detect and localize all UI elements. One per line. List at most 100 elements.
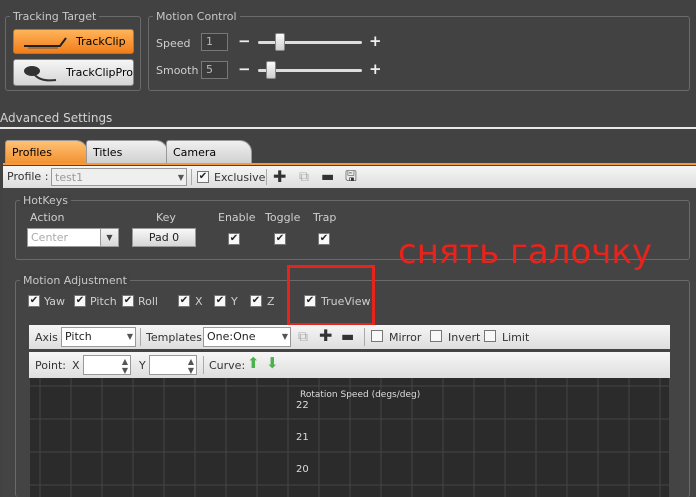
- remove-point-icon[interactable]: ▬: [341, 330, 354, 344]
- trackclip-icon: [24, 36, 67, 48]
- hotkeys-enable-header: Enable: [218, 211, 256, 224]
- chart-tick-label: 20: [296, 464, 309, 475]
- chart-tick-label: 22: [296, 400, 309, 411]
- advanced-settings-divider: [0, 127, 696, 129]
- tab-camera[interactable]: Camera: [166, 140, 252, 164]
- toolbar-separator: [266, 169, 267, 185]
- templates-select[interactable]: One:One ▼: [203, 327, 291, 347]
- y-label: Y: [231, 295, 238, 308]
- smooth-slider-thumb[interactable]: [266, 61, 276, 79]
- copy-profile-icon[interactable]: ⧉: [299, 170, 309, 184]
- curve-label: Curve:: [209, 359, 246, 372]
- toolbar-separator: [203, 356, 204, 374]
- z-checkbox[interactable]: ✔: [250, 295, 262, 307]
- hotkey-toggle-checkbox[interactable]: ✔: [274, 233, 286, 245]
- speed-label: Speed: [156, 37, 191, 50]
- roll-checkbox[interactable]: ✔: [122, 295, 134, 307]
- hotkeys-trap-header: Trap: [313, 211, 337, 224]
- motion-control-group: [148, 16, 690, 91]
- hotkey-action-select[interactable]: Center ▼: [27, 228, 119, 247]
- trackclippro-icon: [24, 65, 57, 81]
- hotkey-key-button[interactable]: Pad 0: [132, 228, 196, 247]
- limit-label: Limit: [502, 331, 530, 344]
- axis-select-value: Pitch: [65, 330, 92, 343]
- tab-titles[interactable]: Titles: [86, 140, 168, 164]
- speed-slider-thumb[interactable]: [275, 33, 285, 51]
- invert-label: Invert: [448, 331, 481, 344]
- save-profile-icon[interactable]: 🖫: [345, 170, 357, 184]
- dropdown-arrow-icon: ▼: [281, 332, 288, 341]
- yaw-checkbox[interactable]: ✔: [28, 295, 40, 307]
- hotkey-enable-checkbox[interactable]: ✔: [228, 233, 240, 245]
- remove-profile-icon[interactable]: ▬: [321, 170, 334, 184]
- hotkey-action-value: Center: [31, 231, 69, 244]
- toolbar-separator: [191, 169, 192, 185]
- y-checkbox[interactable]: ✔: [214, 295, 226, 307]
- speed-minus-button[interactable]: −: [238, 34, 251, 49]
- smooth-minus-button[interactable]: −: [238, 62, 251, 77]
- annotation-text: снять галочку: [398, 232, 653, 272]
- point-x-label: X: [72, 359, 80, 372]
- trackclippro-label: TrackClipPro: [65, 66, 133, 79]
- hotkey-trap-checkbox[interactable]: ✔: [318, 233, 330, 245]
- point-y-spinner[interactable]: ▲ ▼: [149, 355, 197, 375]
- axis-label: Axis: [35, 331, 58, 344]
- smooth-field[interactable]: 5: [201, 61, 228, 79]
- motion-control-title: Motion Control: [153, 10, 240, 23]
- pitch-checkbox[interactable]: ✔: [74, 295, 86, 307]
- tab-profiles[interactable]: Profiles: [5, 140, 88, 164]
- point-label: Point:: [35, 359, 67, 372]
- hotkeys-key-header: Key: [156, 211, 176, 224]
- dropdown-arrow-icon: ▼: [100, 229, 118, 246]
- x-checkbox[interactable]: ✔: [178, 295, 190, 307]
- smooth-plus-button[interactable]: +: [369, 62, 382, 77]
- invert-checkbox[interactable]: [430, 330, 442, 342]
- curve-up-arrow-icon[interactable]: ⬆: [247, 356, 260, 371]
- spinner-arrows-icon: ▲ ▼: [187, 357, 194, 375]
- pitch-label: Pitch: [90, 295, 117, 308]
- exclusive-label: Exclusive: [214, 171, 266, 184]
- curve-down-arrow-icon[interactable]: ⬇: [266, 356, 279, 371]
- point-x-spinner[interactable]: ▲ ▼: [83, 355, 131, 375]
- toolbar-separator: [364, 328, 365, 346]
- templates-select-value: One:One: [207, 330, 256, 343]
- yaw-label: Yaw: [44, 295, 65, 308]
- curve-chart[interactable]: Rotation Speed (degs/deg) 22 21 20: [30, 378, 669, 497]
- dropdown-arrow-icon: ▼: [126, 332, 133, 341]
- annotation-highlight-box: [287, 265, 375, 326]
- advanced-settings-title: Advanced Settings: [0, 111, 113, 125]
- point-y-label: Y: [139, 359, 146, 372]
- chart-tick-label: 21: [296, 432, 309, 443]
- trackclip-button[interactable]: TrackClip: [13, 29, 134, 54]
- hotkeys-title: HotKeys: [20, 194, 71, 207]
- spinner-arrows-icon: ▲ ▼: [121, 357, 128, 375]
- motion-adjustment-title: Motion Adjustment: [20, 274, 130, 287]
- tracking-target-title: Tracking Target: [10, 10, 100, 23]
- profile-label: Profile :: [7, 170, 49, 183]
- add-point-icon[interactable]: ✚: [319, 328, 332, 344]
- trackclip-label: TrackClip: [76, 35, 126, 48]
- copy-curve-icon[interactable]: ⧉: [298, 330, 308, 344]
- z-label: Z: [267, 295, 275, 308]
- speed-field[interactable]: 1: [201, 33, 228, 51]
- exclusive-checkbox[interactable]: ✔: [197, 171, 209, 183]
- speed-plus-button[interactable]: +: [369, 34, 382, 49]
- add-profile-icon[interactable]: ✚: [273, 169, 286, 185]
- mirror-label: Mirror: [389, 331, 422, 344]
- profile-select[interactable]: test1 ▼: [51, 168, 187, 186]
- templates-label: Templates: [146, 331, 202, 344]
- smooth-label: Smooth: [156, 64, 199, 77]
- x-label: X: [195, 295, 203, 308]
- hotkeys-action-header: Action: [30, 211, 65, 224]
- roll-label: Roll: [138, 295, 158, 308]
- profile-select-value: test1: [55, 171, 84, 184]
- mirror-checkbox[interactable]: [371, 330, 383, 342]
- axis-select[interactable]: Pitch ▼: [61, 327, 136, 347]
- toolbar-separator: [140, 328, 141, 346]
- trackclippro-button[interactable]: TrackClipPro: [13, 59, 134, 86]
- limit-checkbox[interactable]: [484, 330, 496, 342]
- chart-title: Rotation Speed (degs/deg): [300, 390, 421, 400]
- speed-slider-track[interactable]: [258, 41, 362, 44]
- dropdown-arrow-icon: ▼: [177, 173, 184, 182]
- hotkeys-toggle-header: Toggle: [265, 211, 301, 224]
